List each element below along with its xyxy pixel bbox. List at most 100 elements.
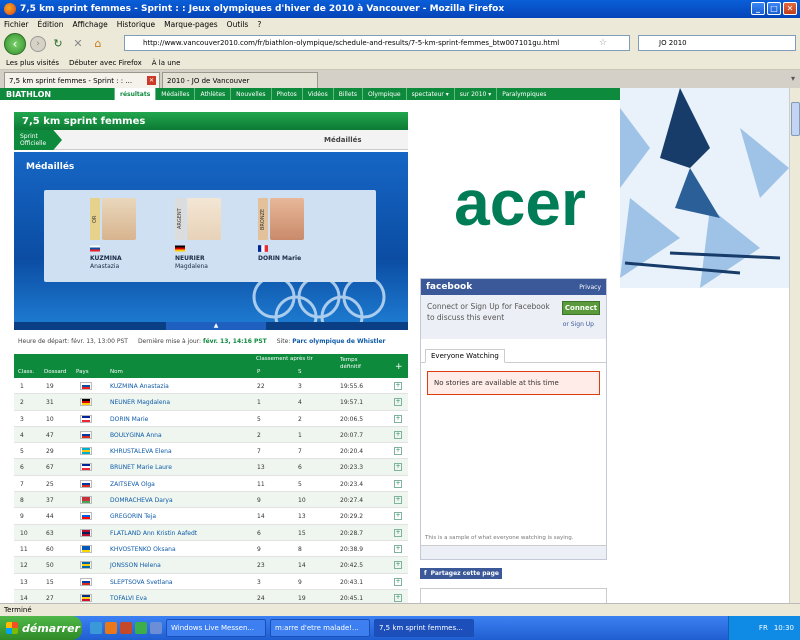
menu-outils[interactable]: Outils	[227, 20, 249, 29]
expand-row-icon[interactable]: +	[394, 430, 402, 439]
tab-sprint[interactable]: 7,5 km sprint femmes - Sprint : : ... ✕	[4, 72, 160, 88]
name-cell[interactable]: JONSSON Helena	[110, 562, 161, 569]
connect-button[interactable]: Connect	[562, 301, 600, 315]
expand-row-icon[interactable]: +	[394, 463, 402, 472]
table-row[interactable]: 12 50 JONSSON Helena 23 14 20:42.5 +	[14, 557, 408, 574]
table-row[interactable]: 1 19 KUZMINA Anastazia 22 3 19:55.6 +	[14, 378, 408, 395]
col-s[interactable]: S	[298, 369, 302, 375]
maximize-button[interactable]: □	[767, 2, 781, 15]
nav-nouvelles[interactable]: Nouvelles	[230, 88, 270, 100]
tab-close-icon[interactable]: ✕	[147, 76, 156, 85]
name-cell[interactable]: BOULYGINA Anna	[110, 432, 162, 439]
start-button[interactable]: démarrer	[0, 616, 82, 640]
minimize-button[interactable]: _	[751, 2, 765, 15]
bookmark-star-icon[interactable]: ☆	[599, 38, 607, 48]
nav-athletes[interactable]: Athlètes	[194, 88, 230, 100]
tab-everyone-watching[interactable]: Everyone Watching	[425, 349, 505, 363]
table-row[interactable]: 13 15 SLEPTSOVA Svetlana 3 9 20:43.1 +	[14, 574, 408, 590]
nav-spectateur[interactable]: spectateur ▾	[405, 88, 454, 100]
url-bar[interactable]: http://www.vancouver2010.com/fr/biathlon…	[124, 35, 630, 51]
expand-row-icon[interactable]: +	[394, 382, 402, 390]
menu-marque-pages[interactable]: Marque-pages	[164, 20, 218, 29]
signup-link[interactable]: or Sign Up	[563, 319, 594, 330]
table-row[interactable]: 3 10 DORIN Marie 5 2 20:06.5 +	[14, 411, 408, 427]
name-cell[interactable]: KHVOSTENKO Oksana	[110, 546, 176, 553]
vertical-scrollbar[interactable]	[789, 88, 800, 603]
name-cell[interactable]: GREGORIN Teja	[110, 513, 156, 520]
messenger-icon[interactable]	[135, 622, 147, 634]
desktop-icon[interactable]	[150, 622, 162, 634]
expand-row-icon[interactable]: +	[394, 447, 402, 456]
col-shooting-rank[interactable]: Classement après tir	[256, 356, 313, 362]
nav-photos[interactable]: Photos	[270, 88, 302, 100]
bookmark-headlines[interactable]: À la une	[152, 59, 181, 67]
ie-icon[interactable]	[90, 622, 102, 634]
privacy-link[interactable]: Privacy	[579, 284, 601, 291]
language-indicator[interactable]: FR	[759, 624, 768, 632]
name-cell[interactable]: SLEPTSOVA Svetlana	[110, 579, 173, 586]
name-cell[interactable]: TOFALVI Eva	[110, 595, 147, 602]
forward-button[interactable]: ›	[30, 35, 46, 52]
expand-row-icon[interactable]: +	[394, 528, 402, 537]
expand-row-icon[interactable]: +	[394, 512, 402, 521]
expand-row-icon[interactable]: +	[394, 544, 402, 553]
col-p[interactable]: P	[257, 369, 260, 375]
close-button[interactable]: ✕	[783, 2, 797, 15]
nav-sur-2010[interactable]: sur 2010 ▾	[453, 88, 497, 100]
table-row[interactable]: 8 37 DOMRACHEVA Darya 9 10 20:27.4 +	[14, 492, 408, 509]
name-cell[interactable]: NEUNER Magdalena	[110, 399, 170, 406]
menu-help[interactable]: ?	[257, 20, 261, 29]
stop-icon[interactable]: ✕	[70, 36, 86, 52]
nav-videos[interactable]: Vidéos	[301, 88, 333, 100]
col-name[interactable]: Nom	[110, 369, 123, 375]
reload-icon[interactable]: ↻	[50, 36, 66, 52]
table-row[interactable]: 5 29 KHRUSTALEVA Elena 7 7 20:20.4 +	[14, 443, 408, 460]
expand-row-icon[interactable]: +	[394, 414, 402, 423]
expand-row-icon[interactable]: +	[394, 577, 402, 586]
menu-fichier[interactable]: Fichier	[4, 20, 29, 29]
slider-handle-icon[interactable]: ▲	[166, 322, 266, 330]
bookmark-most-visited[interactable]: Les plus visités	[6, 59, 59, 67]
firefox-quick-icon[interactable]	[105, 622, 117, 634]
taskbar-item-firefox[interactable]: 7,5 km sprint femmes...	[374, 619, 474, 637]
tab-list-icon[interactable]: ▾	[791, 74, 795, 83]
medalist-silver[interactable]: ARGENT NEURIER Magdalena	[175, 198, 255, 278]
nav-paralympiques[interactable]: Paralympiques	[496, 88, 551, 100]
table-row[interactable]: 6 67 BRUNET Marie Laure 13 6 20:23.3 +	[14, 459, 408, 476]
table-row[interactable]: 7 25 ZAITSEVA Olga 11 5 20:23.4 +	[14, 476, 408, 493]
taskbar-item-messenger[interactable]: Windows Live Messen...	[166, 619, 266, 637]
menu-affichage[interactable]: Affichage	[72, 20, 107, 29]
name-cell[interactable]: KUZMINA Anastazia	[110, 383, 169, 390]
home-icon[interactable]: ⌂	[90, 36, 106, 52]
medals-tab[interactable]: Médaillés	[324, 136, 362, 144]
scrollbar-thumb[interactable]	[791, 102, 800, 136]
table-row[interactable]: 2 31 NEUNER Magdalena 1 4 19:57.1 +	[14, 394, 408, 411]
back-button[interactable]: ‹	[4, 32, 26, 55]
medalist-bronze[interactable]: BRONZE DORIN Marie	[258, 198, 338, 278]
nav-medailles[interactable]: Médailles	[155, 88, 194, 100]
table-row[interactable]: 4 47 BOULYGINA Anna 2 1 20:07.7 +	[14, 426, 408, 444]
expand-row-icon[interactable]: +	[394, 398, 402, 407]
nav-billets[interactable]: Billets	[332, 88, 362, 100]
name-cell[interactable]: BRUNET Marie Laure	[110, 464, 172, 471]
name-cell[interactable]: ZAITSEVA Olga	[110, 481, 155, 488]
expand-row-icon[interactable]: +	[394, 561, 402, 570]
media-icon[interactable]	[120, 622, 132, 634]
tab-vancouver[interactable]: 2010 - JO de Vancouver	[162, 72, 318, 88]
nav-resultats[interactable]: résultats	[114, 88, 156, 100]
bookmark-getting-started[interactable]: Débuter avec Firefox	[69, 59, 142, 67]
name-cell[interactable]: KHRUSTALEVA Elena	[110, 448, 172, 455]
table-row[interactable]: 9 44 GREGORIN Teja 14 13 20:29.2 +	[14, 508, 408, 525]
expand-row-icon[interactable]: +	[394, 496, 402, 505]
search-input[interactable]: JO 2010	[638, 35, 796, 51]
nav-olympique[interactable]: Olympique	[362, 88, 406, 100]
col-country[interactable]: Pays	[76, 369, 89, 375]
name-cell[interactable]: FLATLAND Ann Kristin Aafedt	[110, 530, 197, 537]
table-row[interactable]: 14 27 TOFALVI Eva 24 19 20:45.1 +	[14, 589, 408, 603]
table-row[interactable]: 10 63 FLATLAND Ann Kristin Aafedt 6 15 20:28.…	[14, 524, 408, 541]
share-button[interactable]: f Partagez cette page	[420, 568, 502, 579]
col-rank[interactable]: Class.	[18, 369, 34, 375]
expand-all-icon[interactable]: +	[395, 362, 403, 372]
table-row[interactable]: 11 60 KHVOSTENKO Oksana 9 8 20:38.9 +	[14, 541, 408, 558]
expand-row-icon[interactable]: +	[394, 479, 402, 488]
